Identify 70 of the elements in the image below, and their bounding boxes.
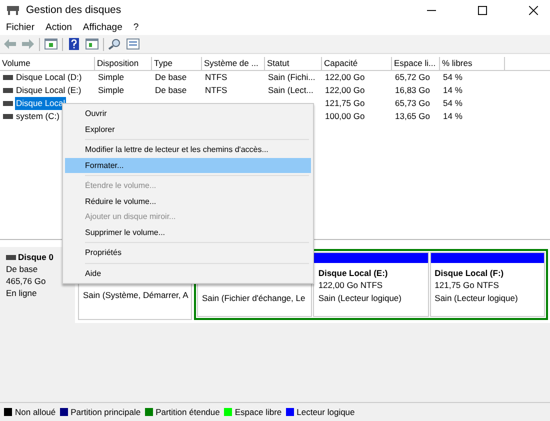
help-icon[interactable] xyxy=(67,38,81,50)
partition-title: Disque Local (E:) xyxy=(318,266,389,279)
context-menu-item[interactable]: Modifier la lettre de lecteur et les chemins d'accès... xyxy=(65,142,311,158)
table-cell: 65,73 Go xyxy=(395,97,430,110)
table-cell: Simple xyxy=(98,84,124,97)
legend-label: Espace libre xyxy=(234,407,282,417)
partition-block[interactable]: Disque Local (F:) 121,75 Go NTFS Sain (Lecteur logique) xyxy=(430,252,545,317)
table-cell: 65,72 Go xyxy=(395,71,430,84)
volume-name[interactable]: Disque Local (E:) xyxy=(15,84,82,97)
window-title: Gestion des disques xyxy=(26,4,122,16)
column-header[interactable]: Espace li... xyxy=(392,57,440,70)
menu-item[interactable]: Fichier xyxy=(6,22,35,33)
volume-name[interactable]: system (C:) xyxy=(15,110,60,123)
partition-detail: Sain (Fichier d'échange, Le xyxy=(202,292,306,304)
console-tree-icon[interactable] xyxy=(44,38,58,50)
legend-label: Partition étendue xyxy=(156,407,220,417)
legend-label: Lecteur logique xyxy=(296,407,355,417)
table-cell: 100,00 Go xyxy=(325,110,365,123)
context-menu-item[interactable]: Supprimer le volume... xyxy=(65,224,311,240)
table-cell: 14 % xyxy=(443,110,462,123)
disk-detail: En ligne xyxy=(6,287,38,299)
menu-item[interactable]: Action xyxy=(46,22,72,33)
column-header[interactable]: Type xyxy=(152,57,202,70)
drive-icon xyxy=(6,254,16,260)
column-header[interactable]: Disposition xyxy=(95,57,152,70)
menu-item[interactable]: Affichage xyxy=(82,22,122,33)
partition-detail: Sain (Lecteur logique) xyxy=(434,292,519,304)
table-cell: 121,75 Go xyxy=(325,97,365,110)
legend-label: Partition principale xyxy=(70,407,141,417)
partition-detail: Sain (Système, Démarrer, A xyxy=(83,288,187,301)
list-icon[interactable] xyxy=(126,38,140,50)
partition-detail: 122,00 Go NTFS xyxy=(318,279,384,292)
table-cell: Sain (Lect... xyxy=(268,84,314,97)
context-menu-item[interactable]: Formater... xyxy=(65,158,311,173)
column-header[interactable]: Capacité xyxy=(322,57,392,70)
disk-name: Disque 0 xyxy=(18,251,54,263)
magnifier-icon[interactable] xyxy=(108,38,122,50)
partition-detail: Sain (Lecteur logique) xyxy=(318,292,402,304)
table-cell: Simple xyxy=(98,71,124,84)
close-icon[interactable] xyxy=(529,6,538,14)
table-cell: NTFS xyxy=(205,84,228,97)
column-header[interactable]: % libres xyxy=(440,57,505,70)
table-cell: De base xyxy=(155,84,187,97)
table-cell: De base xyxy=(155,71,187,84)
table-cell: 14 % xyxy=(443,84,462,97)
partition-detail: 121,75 Go NTFS xyxy=(434,279,500,292)
table-cell: NTFS xyxy=(205,71,228,84)
legend-label: Non alloué xyxy=(15,407,56,417)
disk-management-icon xyxy=(6,4,20,16)
action-pane-icon[interactable] xyxy=(85,38,99,50)
context-menu-item[interactable]: Réduire le volume... xyxy=(65,194,311,209)
menu-item[interactable]: ? xyxy=(133,22,139,33)
table-cell: 13,65 Go xyxy=(395,110,430,123)
disk-detail: De base xyxy=(6,263,39,275)
partition-title: Disque Local (F:) xyxy=(434,266,505,279)
maximize-icon[interactable] xyxy=(478,6,487,14)
partition-block[interactable]: Disque Local (E:) 122,00 Go NTFS Sain (Lecteur logique) xyxy=(313,252,429,317)
table-cell: 122,00 Go xyxy=(325,71,365,84)
volume-name[interactable]: Disque Local (D:) xyxy=(15,71,83,84)
table-cell: 54 % xyxy=(443,97,462,110)
table-cell: 122,00 Go xyxy=(325,84,365,97)
column-header[interactable]: Volume xyxy=(0,57,95,70)
column-header[interactable]: Système de ... xyxy=(202,57,265,70)
table-cell: 54 % xyxy=(443,71,462,84)
disk-detail: 465,76 Go xyxy=(6,275,47,287)
context-menu-item[interactable]: Explorer xyxy=(65,122,311,137)
table-cell: 16,83 Go xyxy=(395,84,430,97)
context-menu-item[interactable]: Ouvrir xyxy=(65,106,311,122)
column-header[interactable]: Statut xyxy=(265,57,322,70)
table-cell: Sain (Fichi... xyxy=(268,71,316,84)
